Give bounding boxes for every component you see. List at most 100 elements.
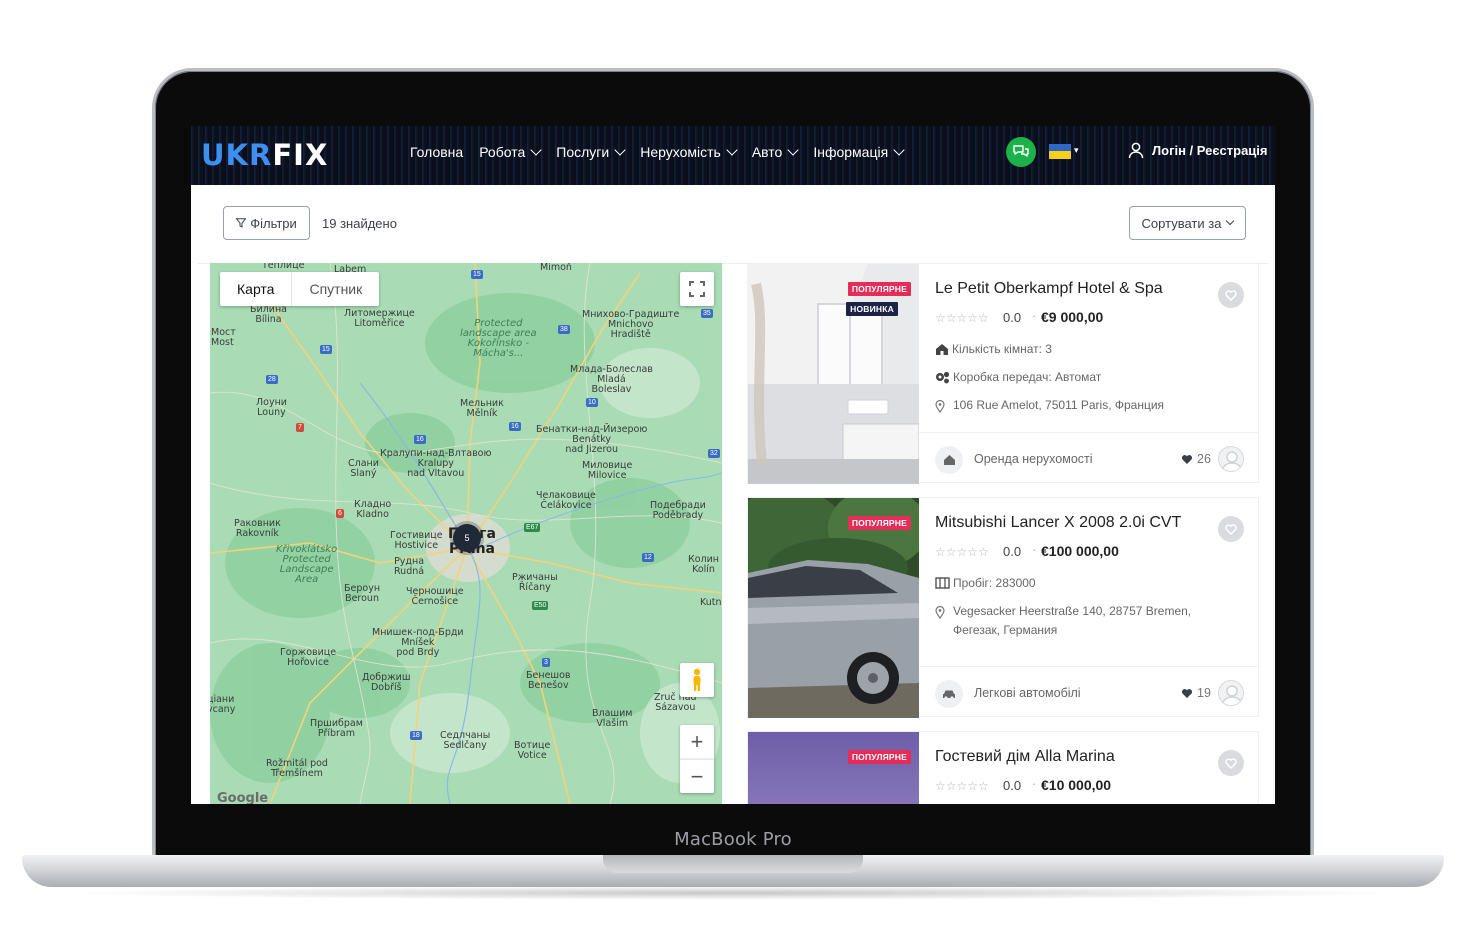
heart-outline-icon — [1225, 289, 1237, 301]
listing-feature: Коробка передач: Автомат — [935, 370, 1101, 384]
map-zoom-out-button[interactable]: − — [680, 759, 714, 793]
nav-label: Робота — [479, 144, 526, 160]
map-place-label: Бероун Beroun — [344, 583, 381, 604]
map-fullscreen-button[interactable] — [680, 272, 714, 306]
heart-icon — [1181, 688, 1193, 698]
map-place-label: Раковник Rakovník — [234, 518, 281, 539]
chevron-down-icon — [530, 144, 542, 156]
listing-photo-guesthouse[interactable]: ПОПУЛЯРНЕ — [748, 732, 919, 804]
home-icon — [943, 455, 955, 465]
car-icon — [943, 690, 955, 700]
listing-card[interactable]: ПОПУЛЯРНЕ НОВИНКА Le Petit Oberkampf Hot… — [747, 263, 1259, 484]
map-place-label: Миловице Milovice — [582, 460, 633, 481]
laptop-shadow — [60, 886, 1406, 900]
map-place-label: Добржиш Dobříš — [362, 672, 411, 693]
map-place-label: Билина Bílina — [250, 304, 287, 325]
site-header: UKRFIX Головна Робота Послуги Нерухоміст… — [191, 126, 1275, 185]
map-place-label: Гостивице Hostivice — [390, 530, 443, 551]
listing-footer: Оренда нерухомості 26 — [919, 432, 1259, 484]
rating-stars: ☆☆☆☆☆ — [935, 779, 989, 793]
category-link[interactable]: Оренда нерухомості — [974, 452, 1093, 466]
favorite-button[interactable] — [1218, 282, 1244, 308]
language-caret-icon[interactable]: ▾ — [1074, 145, 1079, 156]
map-place-label: Седлчаны Sedlčany — [440, 730, 491, 751]
road-shield: 15 — [471, 270, 483, 279]
chevron-down-icon — [726, 144, 738, 156]
road-shield: 10 — [586, 398, 598, 407]
listing-title[interactable]: Le Petit Oberkampf Hotel & Spa — [935, 280, 1163, 298]
map-zoom-in-button[interactable]: + — [680, 725, 714, 759]
heart-outline-icon — [1225, 523, 1237, 535]
map-pin-icon — [935, 400, 945, 413]
road-shield: 16 — [414, 435, 426, 444]
nav-item-info[interactable]: Інформація — [813, 144, 905, 160]
favorite-button[interactable] — [1218, 516, 1244, 542]
map-cluster-marker[interactable]: 5 — [453, 524, 481, 552]
map-place-label: Mimoň — [540, 263, 572, 273]
nav-label: Головна — [410, 144, 464, 160]
road-shield: 35 — [701, 309, 713, 318]
ukraine-flag-icon[interactable] — [1049, 144, 1071, 159]
site-logo[interactable]: UKRFIX — [201, 138, 328, 172]
listing-title[interactable]: Гостевий дім Alla Marina — [935, 748, 1115, 766]
login-register-link[interactable]: Логін / Реєстрація — [1128, 142, 1268, 159]
listing-address: Vegesacker Heerstraße 140, 28757 Bremen,… — [935, 602, 1225, 640]
listing-card[interactable]: ПОПУЛЯРНЕ Гостевий дім Alla Marina ☆☆☆☆☆… — [747, 731, 1259, 804]
results-toolbar: Фільтри 19 знайдено Сортувати за — [198, 185, 1268, 264]
map-place-label: Пршибрам Příbram — [310, 718, 363, 739]
filters-button[interactable]: Фільтри — [223, 206, 310, 240]
map-place-label: ціани vcany — [210, 694, 236, 715]
filters-label: Фільтри — [250, 215, 297, 231]
feature-label: Коробка передач: Автомат — [953, 370, 1102, 384]
address-text: 106 Rue Amelot, 75011 Paris, Франция — [953, 398, 1165, 412]
map-type-satellite-button[interactable]: Спутник — [292, 272, 379, 306]
road-shield: 28 — [266, 375, 278, 384]
road-shield: 7 — [296, 423, 304, 432]
likes-count: 19 — [1181, 686, 1211, 700]
map-view[interactable]: Теплице Labem Mimoň Билина Bílina Литоме… — [210, 263, 722, 804]
badge-popular: ПОПУЛЯРНЕ — [847, 282, 911, 296]
sort-dropdown[interactable]: Сортувати за — [1129, 206, 1246, 240]
map-pin-icon — [935, 606, 945, 619]
chevron-down-icon — [1226, 216, 1235, 226]
chat-button[interactable] — [1006, 137, 1036, 167]
map-type-map-button[interactable]: Карта — [220, 272, 293, 306]
chevron-down-icon — [614, 144, 626, 156]
nav-label: Послуги — [556, 144, 610, 160]
logo-part-fix: FIX — [272, 138, 329, 172]
logo-part-ukr: UKR — [201, 138, 273, 172]
results-count: 19 знайдено — [322, 216, 397, 231]
author-avatar[interactable] — [1218, 446, 1244, 472]
road-shield: 16 — [509, 422, 521, 431]
nav-item-services[interactable]: Послуги — [556, 144, 626, 160]
category-link[interactable]: Легкові автомобілі — [974, 686, 1081, 700]
street-view-pegman[interactable] — [680, 663, 714, 697]
listing-photo-bathroom[interactable]: ПОПУЛЯРНЕ НОВИНКА — [748, 264, 919, 484]
pegman-icon — [693, 668, 701, 691]
nav-item-auto[interactable]: Авто — [752, 144, 799, 160]
map-place-label: Мельник Mělník — [460, 398, 504, 419]
map-place-label: Рудна Rudná — [394, 556, 425, 577]
category-icon-wrap — [935, 446, 963, 474]
nav-item-real-estate[interactable]: Нерухомість — [640, 144, 738, 160]
listing-photo-car[interactable]: ПОПУЛЯРНЕ — [748, 498, 919, 718]
author-avatar[interactable] — [1218, 680, 1244, 706]
nav-item-jobs[interactable]: Робота — [479, 144, 542, 160]
road-shield: 38 — [558, 325, 570, 334]
favorite-button[interactable] — [1218, 750, 1244, 776]
road-shield: 6 — [336, 509, 344, 518]
fullscreen-icon — [689, 281, 705, 297]
badge-popular: ПОПУЛЯРНЕ — [847, 516, 911, 530]
separator-dot: · — [1032, 542, 1037, 557]
nav-item-home[interactable]: Головна — [410, 144, 463, 160]
map-place-label: Млада-Болеслав Mladá Boleslav — [570, 364, 653, 395]
map-place-label: Křivoklátsko Protected Landscape Area — [276, 544, 338, 585]
map-place-label: Подебради Poděbrady — [650, 500, 706, 521]
login-label: Логін / Реєстрація — [1152, 143, 1268, 158]
sort-label: Сортувати за — [1141, 215, 1222, 231]
likes-value: 19 — [1197, 686, 1211, 700]
listing-title[interactable]: Mitsubishi Lancer X 2008 2.0i CVT — [935, 514, 1181, 532]
listing-card[interactable]: ПОПУЛЯРНЕ Mitsubishi Lancer X 2008 2.0i … — [747, 497, 1259, 718]
map-place-label: Черношице Černošice — [406, 586, 464, 607]
map-place-label: Теплице — [262, 263, 305, 271]
